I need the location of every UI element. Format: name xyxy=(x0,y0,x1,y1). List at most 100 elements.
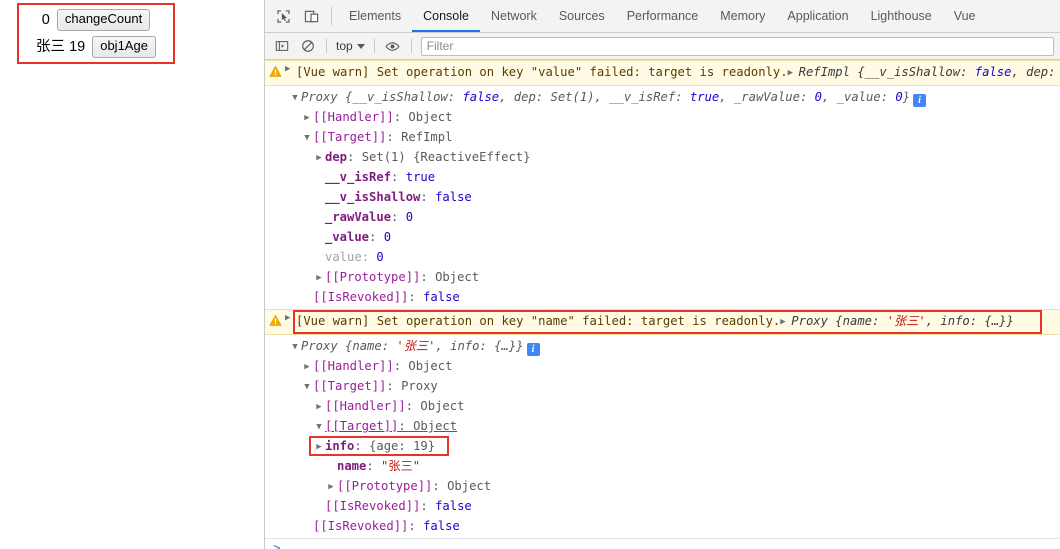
tree-toggle-expanded-icon[interactable]: ▼ xyxy=(301,377,313,397)
tab-performance-label: Performance xyxy=(626,9,699,23)
tree-key: [[Prototype]] xyxy=(325,270,421,284)
tree-key: dep xyxy=(325,150,348,164)
tab-application[interactable]: Application xyxy=(776,0,859,32)
tree-key: [[IsRevoked]] xyxy=(313,290,409,304)
tree-toggle-collapsed-icon[interactable]: ▶ xyxy=(301,108,313,128)
preview-body-1: {__v_isShallow: false, dep: xyxy=(857,65,1056,79)
change-count-value: 0 xyxy=(41,11,50,28)
tree-value: false xyxy=(423,290,460,304)
preview-label-2: Proxy xyxy=(791,314,828,328)
console-prompt-row[interactable]: > xyxy=(265,538,1060,549)
tree-row[interactable]: ▶ [[Prototype]]: Object xyxy=(265,267,1060,287)
tree-key: [[Handler]] xyxy=(325,399,406,413)
tree-key: [[Handler]] xyxy=(313,359,394,373)
warning-header-1[interactable]: ▶ [Vue warn] Set operation on key "value… xyxy=(265,61,1060,85)
tree-row[interactable]: ▶ [[Handler]]: Object xyxy=(265,396,1060,416)
console-warning-message-1[interactable]: ▶ [Vue warn] Set operation on key "value… xyxy=(265,60,1060,86)
clear-console-icon[interactable] xyxy=(295,35,321,57)
devtools-tabstrip: Elements Console Network Sources Perform… xyxy=(265,0,1060,33)
console-warning-message-2[interactable]: ▶ [Vue warn] Set operation on key "name"… xyxy=(265,309,1060,335)
tree-value: Object xyxy=(408,359,453,373)
tree-row-info[interactable]: ▶ info: {age: 19} xyxy=(265,436,1060,456)
tree-key: name xyxy=(337,459,367,473)
tab-vue[interactable]: Vue xyxy=(943,0,987,32)
tree-row[interactable]: ▶value: 0 xyxy=(265,247,1060,267)
tree-value: true xyxy=(405,170,436,184)
tree-value: Object xyxy=(413,419,458,433)
live-expression-icon[interactable] xyxy=(380,35,406,57)
tab-application-label: Application xyxy=(787,9,849,23)
tree-row[interactable]: ▼ [[Target]]: Object xyxy=(265,416,1060,436)
tree-row[interactable]: ▼ [[Target]]: RefImpl xyxy=(265,127,1060,147)
tree-row[interactable]: ▶ [[Prototype]]: Object xyxy=(265,476,1060,496)
warning-header-2[interactable]: ▶ [Vue warn] Set operation on key "name"… xyxy=(265,310,1060,334)
execution-context-selector[interactable]: top xyxy=(332,38,369,54)
tree-value: 0 xyxy=(383,230,392,244)
tree-toggle-expanded-icon[interactable]: ▼ xyxy=(289,337,301,357)
execution-context-label: top xyxy=(336,39,353,53)
info-badge-1[interactable]: i xyxy=(913,94,927,107)
tree-value: false xyxy=(435,499,472,513)
app-row-obj1-age: 张三 19 obj1Age xyxy=(36,36,156,58)
console-toolbar-divider-3 xyxy=(410,39,412,53)
app-row-change-count: 0 changeCount xyxy=(41,9,151,31)
console-toolbar: top xyxy=(265,33,1060,60)
tree-row[interactable]: ▶_rawValue: 0 xyxy=(265,207,1060,227)
tree-key: [[IsRevoked]] xyxy=(313,519,409,533)
expand-arrow-1[interactable]: ▶ xyxy=(285,64,296,74)
tab-memory[interactable]: Memory xyxy=(709,0,776,32)
expand-arrow-2[interactable]: ▶ xyxy=(285,313,296,323)
tree-row[interactable]: ▶ dep: Set(1) {ReactiveEffect} xyxy=(265,147,1060,167)
tree-value: Set(1) {ReactiveEffect} xyxy=(361,150,531,164)
info-badge-2[interactable]: i xyxy=(526,343,540,356)
tab-lighthouse[interactable]: Lighthouse xyxy=(860,0,943,32)
tree-key: [[Target]] xyxy=(313,379,387,393)
tree-row[interactable]: ▶ [[Handler]]: Object xyxy=(265,356,1060,376)
tab-sources[interactable]: Sources xyxy=(548,0,616,32)
inspect-element-icon[interactable] xyxy=(269,0,297,32)
tree-row[interactable]: ▶ [[Handler]]: Object xyxy=(265,107,1060,127)
warning-text-2: [Vue warn] Set operation on key "name" f… xyxy=(296,313,1014,331)
tree-toggle-expanded-icon[interactable]: ▼ xyxy=(301,128,313,148)
tree-toggle-expanded-icon[interactable]: ▼ xyxy=(313,417,325,437)
tree-row[interactable]: ▶name: "张三" xyxy=(265,456,1060,476)
tab-network[interactable]: Network xyxy=(480,0,548,32)
tree-row[interactable]: ▼ [[Target]]: Proxy xyxy=(265,376,1060,396)
tree-root-2[interactable]: ▼ Proxy {name: '张三', info: {…}} i xyxy=(265,336,1060,356)
tree-toggle-expanded-icon[interactable]: ▼ xyxy=(289,88,301,108)
tab-console-label: Console xyxy=(423,9,469,23)
tree-toggle-collapsed-icon[interactable]: ▶ xyxy=(313,437,325,457)
console-input[interactable] xyxy=(289,541,1060,549)
tree-toggle-collapsed-icon[interactable]: ▶ xyxy=(325,477,337,497)
tree-toggle-collapsed-icon[interactable]: ▶ xyxy=(313,148,325,168)
toolbar-divider xyxy=(331,7,332,25)
tree-root-1[interactable]: ▼ Proxy {__v_isShallow: false, dep: Set(1… xyxy=(265,87,1060,107)
tree-row[interactable]: ▶__v_isRef: true xyxy=(265,167,1060,187)
tree-row[interactable]: ▶[[IsRevoked]]: false xyxy=(265,516,1060,536)
filter-input[interactable] xyxy=(420,36,1054,56)
device-toolbar-icon[interactable] xyxy=(297,0,325,32)
change-count-button[interactable]: changeCount xyxy=(56,9,151,31)
tree-key: [[Target]] xyxy=(325,419,399,433)
tree-toggle-collapsed-icon[interactable]: ▶ xyxy=(313,268,325,288)
tree-row[interactable]: ▶_value: 0 xyxy=(265,227,1060,247)
warning-triangle-icon xyxy=(265,313,285,327)
tree-row[interactable]: ▶__v_isShallow: false xyxy=(265,187,1060,207)
chevron-down-icon xyxy=(356,43,365,49)
console-toolbar-divider-2 xyxy=(373,39,375,53)
tree-key: [[Target]] xyxy=(313,130,387,144)
tree-row[interactable]: ▶[[IsRevoked]]: false xyxy=(265,287,1060,307)
tab-elements[interactable]: Elements xyxy=(338,0,412,32)
tab-console[interactable]: Console xyxy=(412,0,480,32)
preview-expand-arrow-1[interactable]: ▶ xyxy=(788,65,799,82)
tree-toggle-collapsed-icon[interactable]: ▶ xyxy=(313,397,325,417)
tree-toggle-collapsed-icon[interactable]: ▶ xyxy=(301,357,313,377)
console-sidebar-icon[interactable] xyxy=(269,35,295,57)
tab-performance[interactable]: Performance xyxy=(616,0,710,32)
object-tree-1: ▼ Proxy {__v_isShallow: false, dep: Set(1… xyxy=(265,86,1060,309)
obj1-age-button[interactable]: obj1Age xyxy=(92,36,156,58)
web-page-pane: 0 changeCount 张三 19 obj1Age xyxy=(0,0,265,549)
warning-text-1-prefix: [Vue warn] Set operation on key "value" … xyxy=(296,65,788,79)
preview-expand-arrow-2[interactable]: ▶ xyxy=(780,314,791,331)
tree-row[interactable]: ▶[[IsRevoked]]: false xyxy=(265,496,1060,516)
